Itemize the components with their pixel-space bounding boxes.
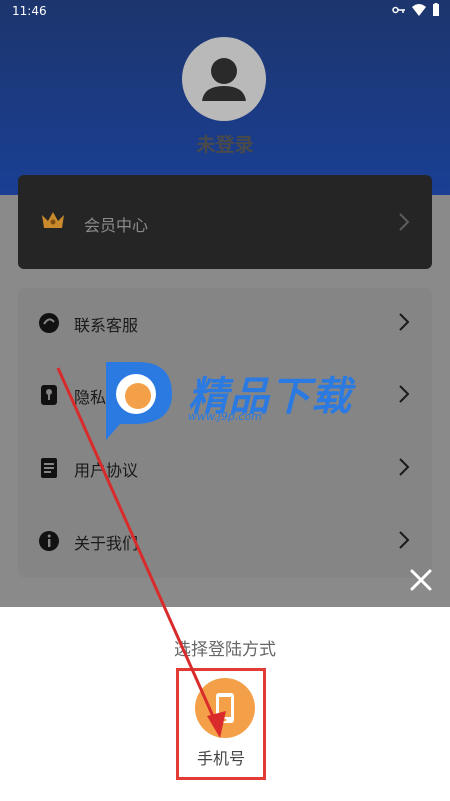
- avatar[interactable]: [182, 37, 266, 121]
- status-time: 11:46: [12, 4, 47, 18]
- info-icon: [39, 531, 59, 551]
- chevron-right-icon: [399, 458, 410, 476]
- user-avatar-icon: [202, 58, 246, 101]
- chevron-right-icon: [399, 385, 410, 403]
- agreement-icon: [41, 458, 57, 478]
- wifi-icon: [412, 3, 426, 16]
- privacy-icon: [41, 385, 57, 405]
- chevron-right-icon: [399, 531, 410, 549]
- vip-center-label: 会员中心: [84, 216, 149, 235]
- menu-item-user-agreement[interactable]: 用户协议: [18, 433, 432, 505]
- watermark-logo-icon: [106, 362, 172, 440]
- watermark: 精品下载 www.j9p.com: [98, 356, 358, 442]
- status-bar: 11:46: [0, 0, 450, 22]
- chevron-right-icon: [399, 213, 410, 231]
- watermark-url: www.j9p.com: [188, 410, 262, 423]
- login-method-sheet: 选择登陆方式 手机号: [0, 607, 450, 801]
- status-icons: [392, 3, 440, 16]
- phone-login-button[interactable]: [195, 678, 255, 738]
- menu-item-label: 用户协议: [74, 461, 139, 480]
- menu-item-contact-support[interactable]: 联系客服: [18, 288, 432, 360]
- key-icon: [392, 6, 405, 13]
- vip-center-entry[interactable]: 会员中心: [18, 175, 432, 269]
- close-icon[interactable]: [405, 564, 437, 596]
- sheet-title: 选择登陆方式: [174, 640, 276, 660]
- login-status[interactable]: 未登录: [0, 130, 450, 157]
- phone-login-label: 手机号: [196, 749, 245, 768]
- customer-service-icon: [39, 313, 59, 333]
- battery-icon: [433, 3, 439, 16]
- chevron-right-icon: [399, 313, 410, 331]
- menu-item-label: 关于我们: [74, 534, 139, 553]
- phone-icon: [216, 693, 234, 723]
- crown-icon: [42, 212, 64, 228]
- menu-item-label: 联系客服: [74, 316, 139, 335]
- menu-item-about-us[interactable]: 关于我们: [18, 506, 432, 578]
- phone-login-option[interactable]: 手机号: [176, 668, 266, 780]
